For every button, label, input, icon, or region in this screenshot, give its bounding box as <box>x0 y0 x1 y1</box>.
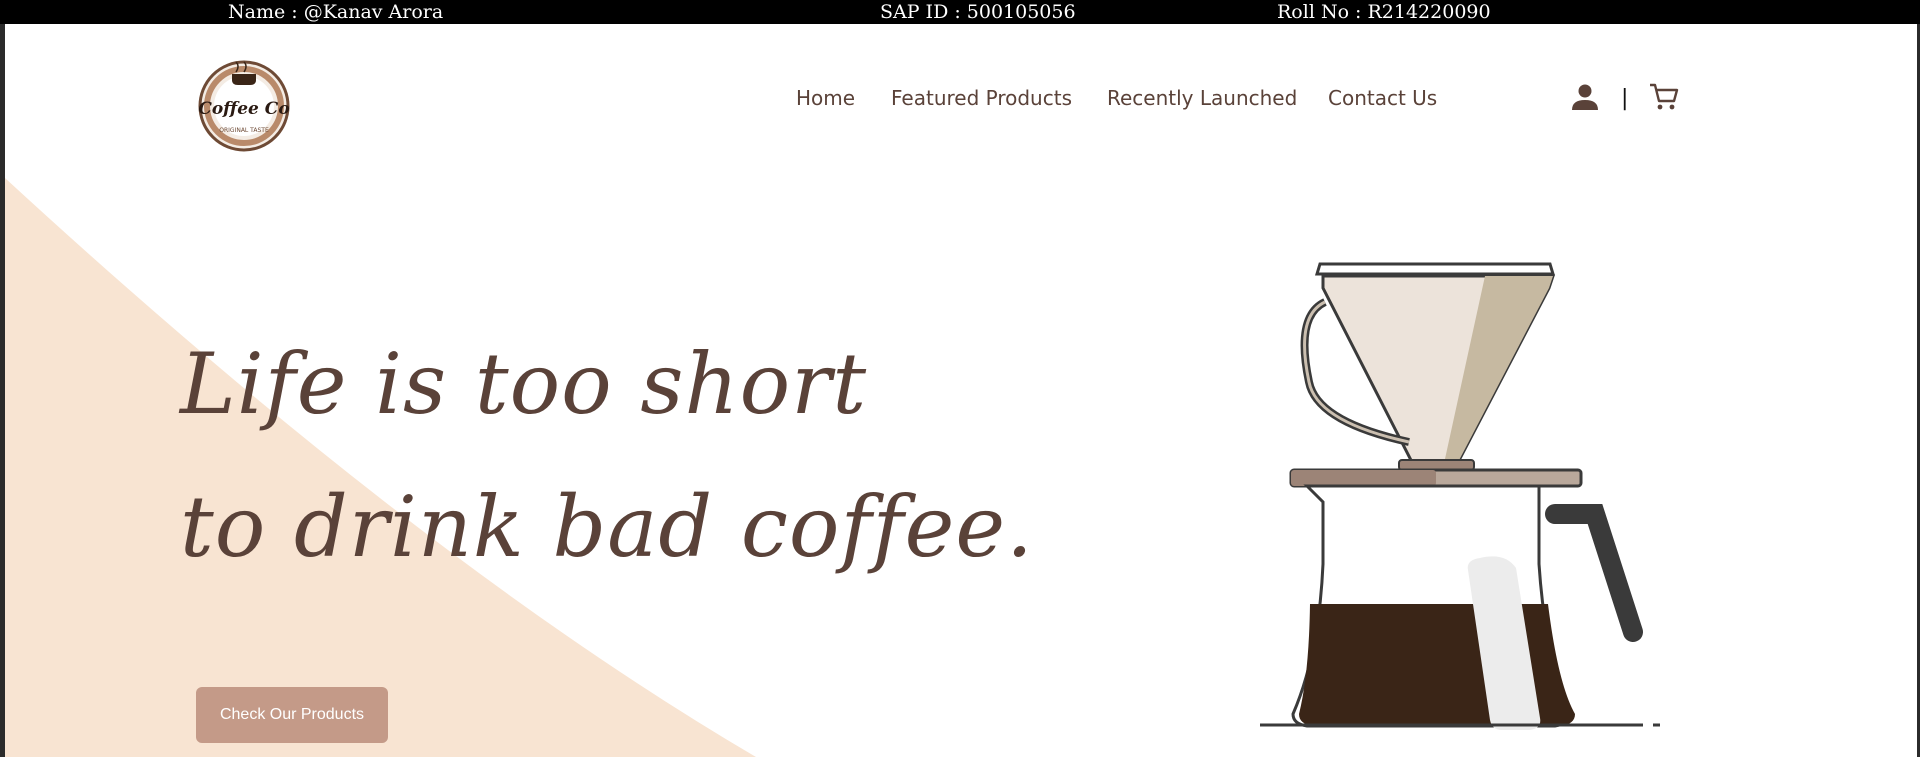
hero-headline-line-2: to drink bad coffee. <box>180 478 1034 576</box>
svg-text:ORIGINAL TASTE: ORIGINAL TASTE <box>219 127 269 134</box>
header-separator: | <box>1621 86 1629 111</box>
nav-home[interactable]: Home <box>796 86 855 110</box>
nav-recently-launched[interactable]: Recently Launched <box>1107 86 1297 110</box>
check-products-button[interactable]: Check Our Products <box>196 687 388 743</box>
student-info-bar: Name : @Kanav Arora SAP ID : 500105056 R… <box>0 0 1920 24</box>
svg-text:Coffee Co: Coffee Co <box>198 99 289 119</box>
cart-icon[interactable] <box>1648 80 1680 112</box>
roll-number: Roll No : R214220090 <box>1277 1 1491 23</box>
nav-contact-us[interactable]: Contact Us <box>1328 86 1437 110</box>
student-name: Name : @Kanav Arora <box>228 1 444 23</box>
nav-featured-products[interactable]: Featured Products <box>891 86 1072 110</box>
coffee-co-logo[interactable]: Coffee Co ORIGINAL TASTE <box>194 56 294 152</box>
user-icon[interactable] <box>1570 82 1600 112</box>
sap-id: SAP ID : 500105056 <box>880 1 1076 23</box>
hero-headline-line-1: Life is too short <box>180 335 868 433</box>
coffee-pour-over-illustration <box>1260 262 1660 730</box>
